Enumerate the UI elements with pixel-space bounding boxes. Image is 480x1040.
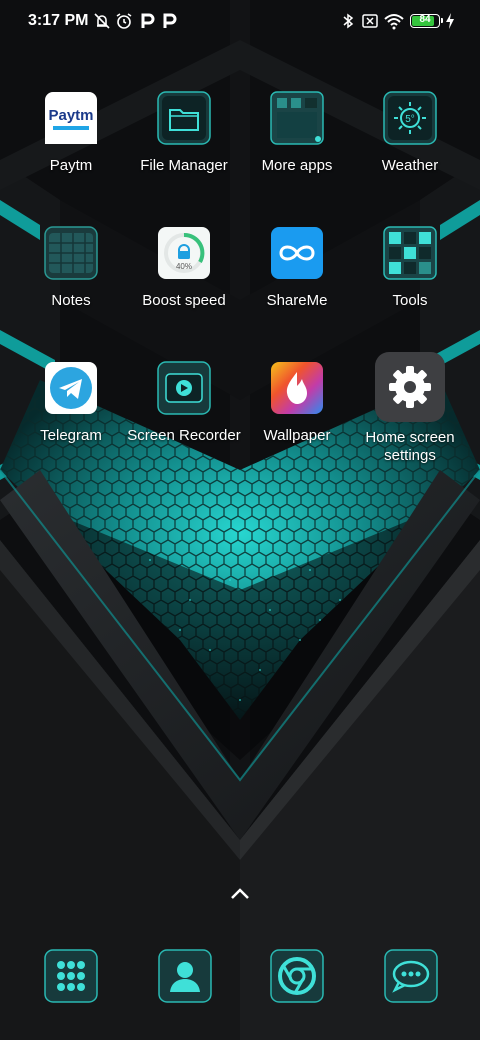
svg-text:5°: 5° <box>405 114 415 125</box>
screen-recorder-icon <box>157 361 211 415</box>
more-apps-icon <box>270 91 324 145</box>
messages-icon[interactable] <box>383 948 439 1004</box>
wifi-icon <box>384 14 404 30</box>
folder-icon <box>157 91 211 145</box>
status-time: 3:17 PM <box>28 12 89 29</box>
notes-icon <box>44 226 98 280</box>
infinity-icon <box>271 227 323 279</box>
dialer-icon[interactable] <box>43 948 99 1004</box>
charging-icon <box>446 13 454 29</box>
app-label: Screen Recorder <box>127 427 241 444</box>
app-label: ShareMe <box>266 292 328 309</box>
battery-percentage: 84 <box>419 14 431 25</box>
gear-icon <box>375 352 445 422</box>
weather-sun-icon: 5° <box>383 91 437 145</box>
app-label: File Manager <box>140 157 228 174</box>
app-label: More apps <box>261 157 333 174</box>
status-bar: 3:17 PM 84 <box>0 0 480 44</box>
alarm-icon <box>116 13 132 29</box>
app-drawer-up-arrow-icon[interactable] <box>228 884 252 904</box>
contacts-icon[interactable] <box>157 948 213 1004</box>
svg-text:Paytm: Paytm <box>48 107 93 124</box>
no-sim-icon <box>362 14 378 28</box>
telegram-plane-icon <box>45 362 97 414</box>
app-label: Telegram <box>40 427 102 444</box>
tools-icon <box>383 226 437 280</box>
boost-speed-icon: 40% <box>158 227 210 279</box>
app-label: Home screen settings <box>365 429 455 464</box>
bluetooth-icon <box>343 13 354 29</box>
battery-icon: 84 <box>410 14 443 28</box>
paytm-p-icon <box>141 13 155 28</box>
app-label: Paytm <box>49 157 93 174</box>
app-label: Wallpaper <box>263 427 331 444</box>
app-label: Weather <box>381 157 439 174</box>
svg-text:40%: 40% <box>176 262 192 271</box>
muted-bell-icon <box>94 13 110 29</box>
wallpaper-flame-icon <box>271 362 323 414</box>
app-label: Tools <box>392 292 428 309</box>
paytm-p-icon <box>163 13 177 28</box>
chrome-icon[interactable] <box>269 948 325 1004</box>
paytm-logo-icon: Paytm <box>45 92 97 144</box>
app-label: Boost speed <box>142 292 226 309</box>
app-label: Notes <box>51 292 91 309</box>
